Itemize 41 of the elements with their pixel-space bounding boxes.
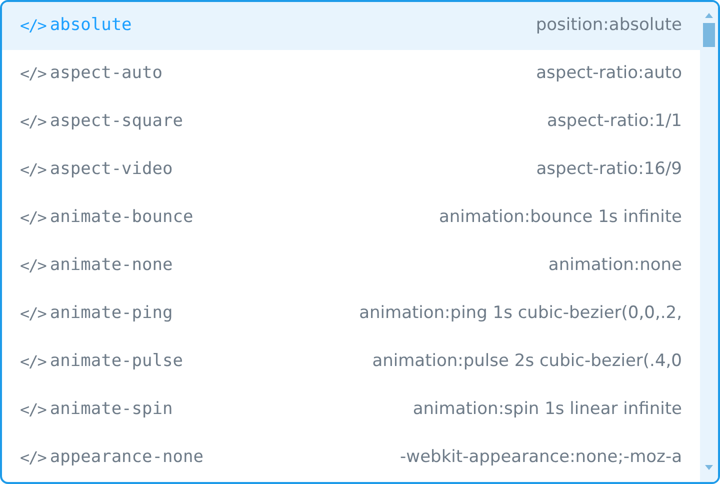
suggestion-name: animate-none xyxy=(50,254,173,278)
suggestion-name: aspect-video xyxy=(50,158,173,182)
suggestion-name: animate-ping xyxy=(50,302,173,326)
code-icon: </> xyxy=(20,254,46,278)
suggestion-item[interactable]: </> animate-ping animation:ping 1s cubic-bezier(0,0,.2, xyxy=(2,290,700,338)
suggestion-detail: animation:pulse 2s cubic-bezier(.4,0 xyxy=(372,350,682,374)
suggestion-detail: animation:none xyxy=(548,254,682,278)
suggestion-item[interactable]: </> absolute position:absolute xyxy=(2,2,700,50)
suggestion-name: absolute xyxy=(50,14,132,38)
scrollbar[interactable] xyxy=(700,2,718,482)
code-icon: </> xyxy=(20,398,46,422)
suggestion-item[interactable]: </> aspect-auto aspect-ratio:auto xyxy=(2,50,700,98)
suggestion-detail: animation:spin 1s linear infinite xyxy=(412,398,682,422)
code-icon: </> xyxy=(20,302,46,326)
code-icon: </> xyxy=(20,62,46,86)
code-icon: </> xyxy=(20,110,46,134)
suggestion-name: appearance-none xyxy=(50,446,204,470)
suggestion-detail: position:absolute xyxy=(536,14,682,38)
suggestion-detail: animation:bounce 1s infinite xyxy=(438,206,682,230)
suggestion-item[interactable]: </> aspect-square aspect-ratio:1/1 xyxy=(2,98,700,146)
suggestion-name: aspect-auto xyxy=(50,62,162,86)
suggestion-detail: aspect-ratio:1/1 xyxy=(547,110,682,134)
code-icon: </> xyxy=(20,350,46,374)
suggestion-detail: animation:ping 1s cubic-bezier(0,0,.2, xyxy=(359,302,682,326)
code-icon: </> xyxy=(20,206,46,230)
code-icon: </> xyxy=(20,158,46,182)
suggestion-item[interactable]: </> appearance-none -webkit-appearance:none;-moz-a xyxy=(2,434,700,482)
suggestion-name: animate-bounce xyxy=(50,206,194,230)
suggestion-item[interactable]: </> aspect-video aspect-ratio:16/9 xyxy=(2,146,700,194)
suggestion-item[interactable]: </> animate-spin animation:spin 1s linear infinite xyxy=(2,386,700,434)
code-icon: </> xyxy=(20,446,46,470)
suggestion-name: animate-spin xyxy=(50,398,173,422)
suggestion-item[interactable]: </> animate-pulse animation:pulse 2s cubic-bezier(.4,0 xyxy=(2,338,700,386)
code-icon: </> xyxy=(20,14,46,38)
suggestion-detail: aspect-ratio:auto xyxy=(536,62,682,86)
suggestion-item[interactable]: </> animate-bounce animation:bounce 1s infinite xyxy=(2,194,700,242)
suggestion-name: animate-pulse xyxy=(50,350,183,374)
suggestion-detail: aspect-ratio:16/9 xyxy=(536,158,682,182)
suggestion-name: aspect-square xyxy=(50,110,183,134)
suggestion-detail: -webkit-appearance:none;-moz-a xyxy=(400,446,682,470)
suggestion-item[interactable]: </> animate-none animation:none xyxy=(2,242,700,290)
